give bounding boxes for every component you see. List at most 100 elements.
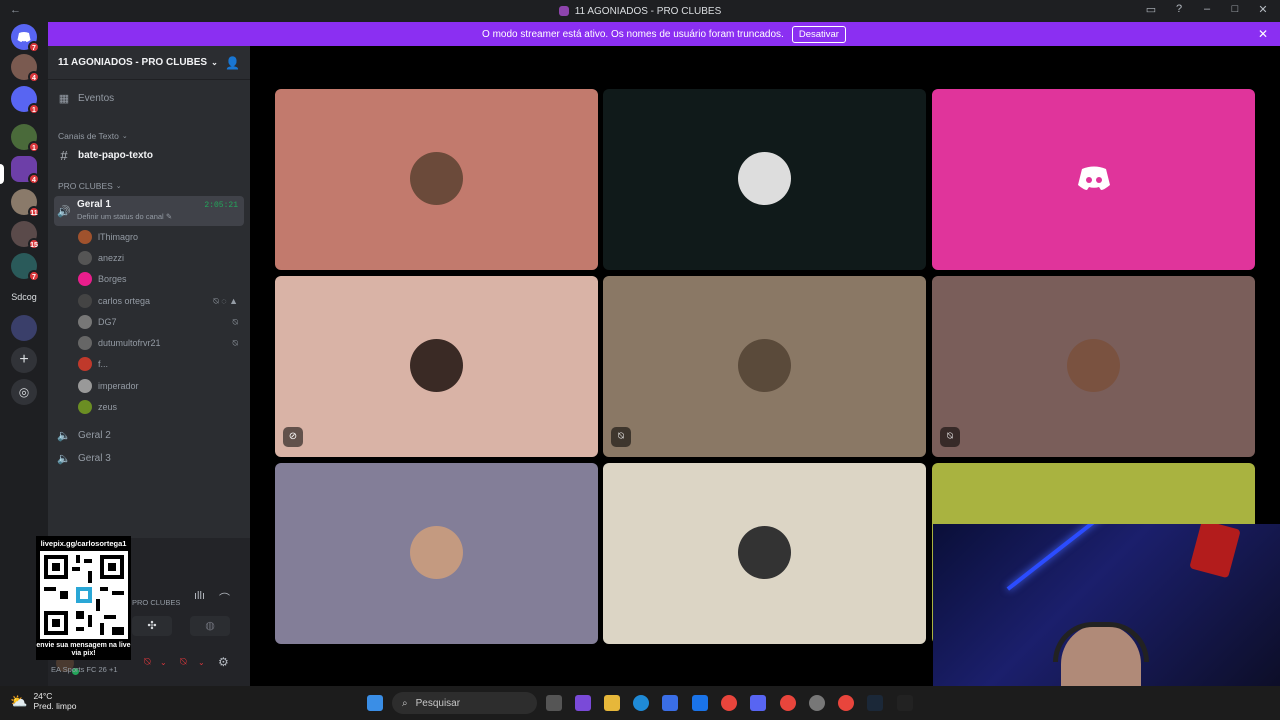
voice-member[interactable]: Borges (78, 269, 242, 289)
participant-tile[interactable] (275, 89, 598, 270)
voice-member[interactable]: zeus (78, 397, 242, 417)
voice-member[interactable]: lThimagro (78, 227, 242, 247)
participant-tile[interactable]: ⍉ (932, 276, 1255, 457)
events-label: Eventos (78, 92, 115, 104)
mail-icon[interactable] (692, 695, 708, 711)
unread-badge: 1 (28, 141, 40, 153)
minimize-icon[interactable]: – (1200, 3, 1214, 16)
voice-member[interactable]: anezzi (78, 248, 242, 268)
weather-widget[interactable]: ⛅ 24°C Pred. limpo (10, 691, 76, 711)
direct-messages-icon[interactable]: 7 (11, 24, 40, 53)
headphones-muted-icon[interactable]: ⍉ (180, 656, 187, 669)
banner-text: O modo streamer está ativo. Os nomes de … (482, 28, 784, 40)
member-name: lThimagro (98, 232, 139, 242)
windows-start-icon[interactable] (367, 695, 383, 711)
connected-server[interactable]: PRO CLUBES (132, 598, 180, 607)
chevron-down-icon[interactable]: ⌄ (198, 658, 205, 667)
chevron-down-icon[interactable]: ⌄ (160, 658, 167, 667)
app-icon[interactable] (575, 695, 591, 711)
voice-channel-item[interactable]: 🔈 Geral 2 (56, 427, 242, 443)
noise-suppression-icon[interactable]: ıllı (194, 590, 205, 602)
steam-icon[interactable] (867, 695, 883, 711)
participant-tile[interactable]: ⊘ (275, 276, 598, 457)
disconnect-icon[interactable]: ⌒ (219, 590, 230, 606)
voice-member[interactable]: imperador (78, 376, 242, 396)
participant-tile[interactable] (603, 89, 926, 270)
avatar (78, 251, 92, 265)
server-icon[interactable]: 4 (11, 54, 40, 83)
channel-status-text[interactable]: Definir um status do canal (77, 212, 164, 221)
maximize-icon[interactable]: □ (1228, 3, 1242, 16)
close-window-icon[interactable]: ✕ (1256, 3, 1270, 16)
back-arrow-icon[interactable]: ← (10, 4, 21, 16)
server-icon[interactable]: 11 (11, 189, 40, 218)
chrome-icon[interactable] (780, 695, 796, 711)
store-icon[interactable] (662, 695, 678, 711)
server-header[interactable]: 11 AGONIADOS - PRO CLUBES ⌄ 👤 (48, 46, 250, 80)
participant-avatar (410, 339, 463, 392)
server-icon (558, 6, 569, 16)
events-item[interactable]: ▦ Eventos (56, 90, 242, 106)
inbox-icon[interactable]: ▭ (1144, 3, 1158, 16)
mic-muted-icon: ⍉ (611, 427, 631, 447)
server-icon[interactable]: 7 (11, 253, 40, 282)
avatar (78, 230, 92, 244)
participant-tile[interactable] (932, 89, 1255, 270)
pencil-icon[interactable]: ✎ (166, 212, 172, 221)
window-title: 11 AGONIADOS - PRO CLUBES (558, 5, 722, 17)
speaker-icon: 🔈 (57, 429, 71, 442)
voice-member[interactable]: DG7 ⍉ (78, 312, 242, 332)
close-banner-icon[interactable]: ✕ (1258, 27, 1268, 41)
mic-muted-icon[interactable]: ⍉ (144, 656, 151, 669)
server-icon[interactable]: 1 (11, 86, 40, 115)
task-view-icon[interactable] (546, 695, 562, 711)
soundboard-button[interactable]: ◍ (190, 616, 230, 636)
participant-tile[interactable] (275, 463, 598, 644)
calendar-icon: ▦ (58, 92, 70, 105)
window-title-text: 11 AGONIADOS - PRO CLUBES (574, 5, 722, 17)
chrome-icon[interactable] (721, 695, 737, 711)
voice-timer: 2:05:21 (204, 201, 238, 210)
voice-channel-active[interactable]: 🔊 Geral 1 Definir um status do canal ✎ 2… (54, 196, 244, 226)
voice-member[interactable]: carlos ortega ⍉ ◌ ▲ (78, 291, 242, 311)
participant-avatar (410, 152, 463, 205)
chrome-icon[interactable] (838, 695, 854, 711)
server-icon-pro-clubes[interactable]: 4 (11, 156, 40, 185)
settings-gear-icon[interactable]: ⚙ (218, 655, 229, 669)
voice-channel-item[interactable]: 🔈 Geral 3 (56, 450, 242, 466)
text-channel-item[interactable]: # bate-papo-texto (56, 146, 242, 164)
discover-icon[interactable]: ◎ (11, 379, 37, 405)
discord-taskbar-icon[interactable] (750, 695, 766, 711)
participant-tile[interactable] (603, 463, 926, 644)
windows-taskbar: ⛅ 24°C Pred. limpo ⌕ Pesquisar (0, 686, 1280, 720)
participant-tile[interactable]: ⍉ (603, 276, 926, 457)
disable-streamer-button[interactable]: Desativar (791, 25, 846, 43)
voice-member[interactable]: dutumultofrvr21 ⍉ (78, 333, 242, 353)
member-name: carlos ortega (98, 296, 151, 306)
add-server-icon[interactable]: + (11, 347, 37, 373)
member-name: zeus (98, 402, 118, 412)
unread-badge: 4 (28, 173, 40, 185)
server-icon[interactable]: 15 (11, 221, 40, 250)
server-icon[interactable] (11, 315, 37, 341)
server-icon[interactable]: 1 (11, 124, 40, 153)
mic-muted-icon: ⍉ (940, 427, 960, 447)
category-pro-clubes[interactable]: PRO CLUBES ⌄ (58, 180, 244, 192)
search-placeholder: Pesquisar (415, 697, 461, 709)
app-icon[interactable] (809, 695, 825, 711)
qr-code-image (39, 551, 128, 639)
invite-people-icon[interactable]: 👤 (225, 56, 240, 70)
activities-button[interactable]: ✣ (132, 616, 172, 636)
weather-icon: ⛅ (10, 692, 28, 709)
voice-member[interactable]: f... (78, 354, 242, 374)
file-explorer-icon[interactable] (604, 695, 620, 711)
avatar (78, 315, 92, 329)
help-icon[interactable]: ? (1172, 3, 1186, 16)
user-activity: EA Sports FC 26 +1 (51, 665, 118, 674)
server-text-icon[interactable]: Sdcog (6, 292, 42, 302)
unread-badge: 7 (28, 270, 40, 282)
taskbar-search[interactable]: ⌕ Pesquisar (392, 692, 537, 714)
category-text-channels[interactable]: Canais de Texto ⌄ (58, 130, 244, 142)
edge-icon[interactable] (633, 695, 649, 711)
ea-fc-icon[interactable] (897, 695, 913, 711)
